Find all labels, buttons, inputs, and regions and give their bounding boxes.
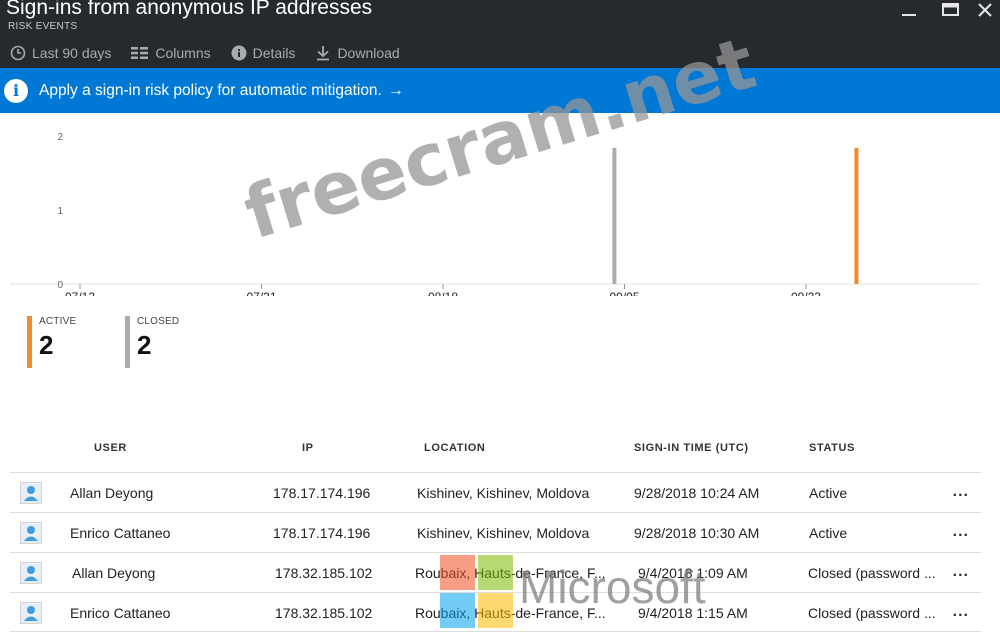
columns-icon [131, 47, 149, 59]
chart-bar-active [854, 147, 859, 284]
user-cell: Enrico Cattaneo [70, 525, 171, 541]
blade-title: Sign-ins from anonymous IP addresses [6, 0, 373, 19]
location-cell: Roubaix, Hauts-de-France, F... [415, 565, 606, 581]
blade-header: Sign-ins from anonymous IP addresses RIS… [0, 0, 1000, 68]
risk-events-table: Allan Deyong 178.17.174.196 Kishinev, Ki… [10, 472, 981, 632]
column-header-ip[interactable]: IP [302, 442, 314, 454]
banner-text: Apply a sign-in risk policy for automati… [39, 81, 382, 99]
info-icon: i [4, 78, 28, 103]
details-label: Details [252, 45, 296, 61]
column-header-user[interactable]: USER [94, 442, 127, 454]
user-cell: Allan Deyong [70, 485, 154, 501]
table-row[interactable]: Allan Deyong 178.32.185.102 Roubaix, Hau… [10, 552, 981, 592]
more-icon[interactable]: ... [953, 483, 969, 501]
clock-icon [10, 45, 26, 61]
location-cell: Kishinev, Kishinev, Moldova [417, 485, 590, 501]
column-header-location[interactable]: LOCATION [424, 442, 485, 454]
chart-bar-closed [612, 147, 617, 284]
status-cell: Active [809, 485, 848, 501]
toolbar: Last 90 days Columns Details Download [0, 40, 410, 66]
table-header: USER IP LOCATION SIGN-IN TIME (UTC) STAT… [0, 438, 1000, 462]
status-cell: Closed (password ... [808, 565, 936, 581]
ip-cell: 178.17.174.196 [273, 525, 371, 541]
active-label: ACTIVE [39, 316, 77, 327]
more-icon[interactable]: ... [953, 603, 969, 621]
y-tick-label: 1 [57, 206, 63, 217]
arrow-right-icon: → [387, 81, 404, 99]
closed-label: CLOSED [137, 316, 180, 327]
download-label: Download [337, 45, 400, 61]
x-tick-label: 07/13 [65, 290, 95, 296]
download-icon [317, 46, 330, 61]
maximize-icon[interactable] [938, 2, 964, 24]
table-row[interactable]: Allan Deyong 178.17.174.196 Kishinev, Ki… [10, 472, 981, 512]
status-cell: Closed (password ... [808, 605, 936, 621]
time-range-button[interactable]: Last 90 days [10, 45, 111, 61]
active-counter[interactable]: ACTIVE 2 [27, 316, 76, 368]
status-cell: Active [809, 525, 848, 541]
active-count: 2 [39, 330, 54, 360]
column-header-sign-in-time[interactable]: SIGN-IN TIME (UTC) [634, 442, 749, 454]
info-icon [231, 45, 247, 61]
user-icon [20, 602, 42, 624]
x-tick-label: 09/23 [791, 290, 821, 296]
chart-canvas: 0 1 2 07/13 07/31 08/18 09/05 09/23 [10, 132, 980, 304]
table-row[interactable]: Enrico Cattaneo 178.17.174.196 Kishinev,… [10, 512, 981, 552]
user-icon [20, 562, 42, 584]
y-tick-label: 2 [57, 132, 63, 143]
time-range-label: Last 90 days [32, 45, 112, 61]
time-cell: 9/28/2018 10:24 AM [634, 485, 760, 501]
location-cell: Roubaix, Hauts-de-France, F... [415, 605, 606, 621]
x-tick-label: 07/31 [246, 290, 276, 296]
blade-subtitle: RISK EVENTS [8, 21, 78, 32]
columns-button[interactable]: Columns [131, 45, 211, 61]
user-icon [20, 522, 42, 544]
location-cell: Kishinev, Kishinev, Moldova [417, 525, 590, 541]
download-button[interactable]: Download [315, 45, 400, 61]
risk-events-chart: 0 1 2 07/13 07/31 08/18 09/05 09/23 [0, 126, 1000, 304]
ip-cell: 178.32.185.102 [275, 565, 373, 581]
closed-count: 2 [137, 330, 152, 360]
time-cell: 9/28/2018 10:30 AM [634, 525, 760, 541]
y-tick-label: 0 [57, 280, 63, 291]
x-tick-label: 08/18 [428, 290, 458, 296]
ip-cell: 178.17.174.196 [273, 485, 371, 501]
user-icon [20, 482, 42, 504]
ip-cell: 178.32.185.102 [275, 605, 373, 621]
table-row[interactable]: Enrico Cattaneo 178.32.185.102 Roubaix, … [10, 592, 981, 632]
time-cell: 9/4/2018 1:09 AM [638, 565, 748, 581]
user-cell: Enrico Cattaneo [70, 605, 171, 621]
columns-label: Columns [155, 45, 211, 61]
user-cell: Allan Deyong [72, 565, 156, 581]
closed-color-bar [125, 316, 130, 368]
active-color-bar [27, 316, 32, 368]
details-button[interactable]: Details [231, 45, 296, 61]
time-cell: 9/4/2018 1:15 AM [638, 605, 748, 621]
closed-counter[interactable]: CLOSED 2 [125, 316, 179, 368]
more-icon[interactable]: ... [953, 563, 969, 581]
more-icon[interactable]: ... [953, 523, 969, 541]
x-tick-label: 09/05 [609, 290, 639, 296]
close-icon[interactable] [975, 2, 1000, 24]
minimize-icon[interactable] [896, 2, 922, 24]
policy-banner[interactable]: i Apply a sign-in risk policy for automa… [0, 68, 1000, 113]
column-header-status[interactable]: STATUS [809, 442, 855, 454]
